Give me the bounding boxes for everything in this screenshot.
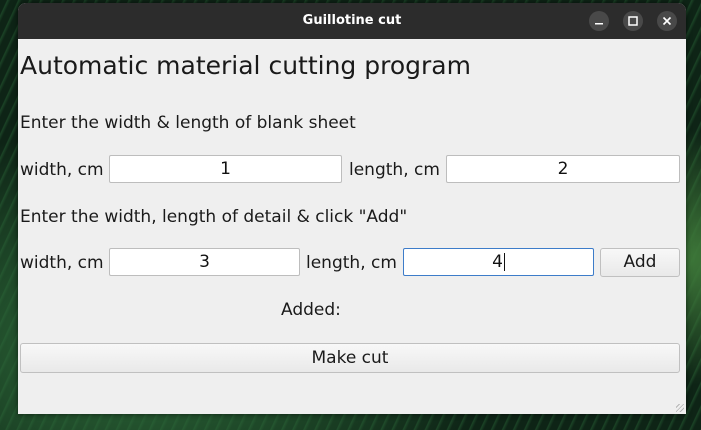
app-window: Guillotine cut Automatic material cuttin…: [18, 3, 686, 414]
resize-grip[interactable]: [676, 404, 684, 412]
make-cut-button[interactable]: Make cut: [20, 343, 680, 373]
close-icon: [662, 16, 672, 26]
detail-prompt: Enter the width, length of detail & clic…: [20, 207, 408, 227]
title-bar[interactable]: Guillotine cut: [18, 3, 686, 39]
detail-length-label: length, cm: [306, 253, 397, 273]
text-caret: [503, 253, 505, 271]
sheet-prompt: Enter the width & length of blank sheet: [20, 113, 356, 133]
minimize-button[interactable]: [589, 11, 609, 31]
maximize-button[interactable]: [623, 11, 643, 31]
detail-length-input[interactable]: 4: [403, 248, 594, 276]
detail-width-input[interactable]: 3: [109, 248, 300, 276]
detail-length-value: 4: [492, 252, 503, 272]
detail-width-label: width, cm: [20, 253, 104, 273]
sheet-length-input[interactable]: 2: [446, 155, 680, 183]
sheet-length-label: length, cm: [349, 160, 440, 180]
close-button[interactable]: [657, 11, 677, 31]
maximize-icon: [628, 16, 638, 26]
add-button[interactable]: Add: [600, 248, 680, 277]
sheet-width-input[interactable]: 1: [109, 155, 342, 183]
window-title: Guillotine cut: [302, 13, 402, 28]
added-label: Added:: [281, 300, 341, 320]
sheet-width-label: width, cm: [20, 160, 104, 180]
page-title: Automatic material cutting program: [20, 51, 471, 80]
minimize-icon: [595, 23, 603, 25]
main-content: Automatic material cutting program Enter…: [18, 39, 686, 414]
